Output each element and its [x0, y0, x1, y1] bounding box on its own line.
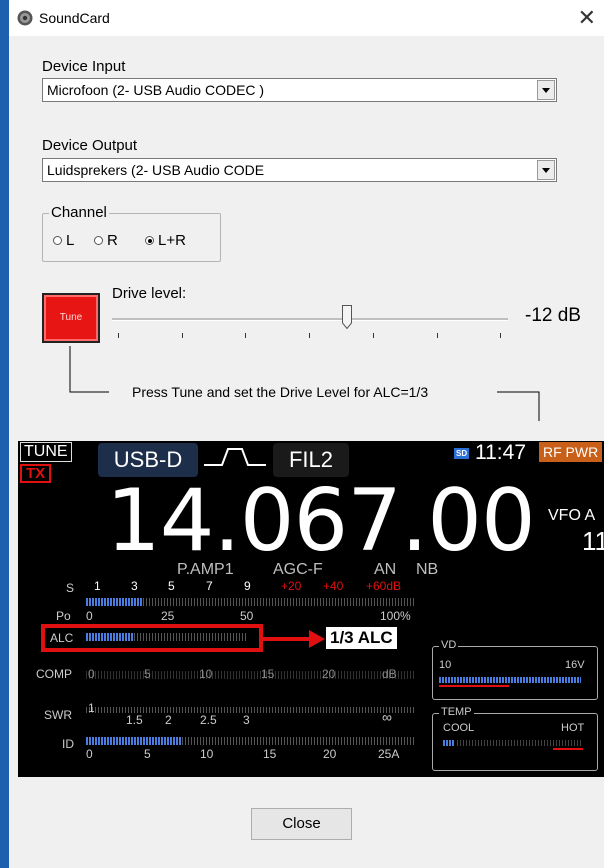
swr-scale-2: 2 [165, 713, 172, 727]
hint-connector-lines [69, 346, 540, 421]
po-scale-50: 50 [240, 609, 254, 623]
radio-screen-image: TUNE TX USB-D FIL2 SD 11:47 RF PWR 14.06… [18, 441, 604, 777]
frequency-display: 14.067.00 [106, 471, 536, 571]
temp-label: TEMP [439, 706, 474, 718]
swr-scale-1: 1 [88, 701, 95, 715]
id-scale-10: 10 [200, 747, 214, 761]
comp-scale-5: 5 [144, 667, 151, 681]
status-an: AN [374, 561, 397, 578]
po-scale-100: 100% [380, 609, 411, 623]
s-scale-5: 5 [168, 579, 175, 593]
meter-po-label: Po [56, 609, 71, 623]
s-scale-plus60: +60dB [366, 579, 402, 593]
id-scale-0: 0 [86, 747, 93, 761]
tune-tag: TUNE [20, 442, 72, 462]
clock-time: 11:47 [475, 441, 526, 464]
comp-scale-0: 0 [88, 667, 95, 681]
meter-id-label: ID [62, 737, 74, 751]
filter-shape-icon [204, 448, 266, 466]
id-scale-5: 5 [144, 747, 151, 761]
s-scale-9: 9 [244, 579, 251, 593]
id-scale-15: 15 [263, 747, 277, 761]
comp-scale-db: dB [382, 667, 397, 681]
meter-swr-label: SWR [44, 708, 72, 722]
comp-meter-bar [86, 671, 416, 679]
status-nb: NB [416, 561, 439, 578]
s-scale-7: 7 [206, 579, 213, 593]
vd-meter-fill [439, 677, 581, 683]
temp-red-marker [553, 748, 583, 750]
temp-meter-box: TEMP COOL HOT [432, 706, 598, 771]
comp-scale-20: 20 [322, 667, 336, 681]
comp-scale-15: 15 [261, 667, 275, 681]
callout-arrow-icon [263, 630, 325, 648]
status-pamp: P.AMP1 [177, 561, 234, 578]
id-meter-fill [86, 737, 182, 745]
swr-scale-infinity: ∞ [382, 709, 392, 725]
soundcard-window: SoundCard ✕ Device Input Microfoon (2- U… [9, 0, 604, 868]
vd-label: VD [439, 639, 459, 651]
s-meter-fill [86, 598, 142, 606]
temp-cool: COOL [443, 722, 475, 734]
vd-meter-box: VD 10 16V [432, 639, 598, 700]
s-scale-plus20: +20 [281, 579, 302, 593]
alc-meter-fill [86, 633, 133, 641]
swr-scale-2-5: 2.5 [200, 713, 217, 727]
sd-card-icon: SD [454, 448, 470, 459]
s-scale-plus40: +40 [323, 579, 344, 593]
close-button[interactable]: Close [251, 808, 352, 840]
meter-s-label: S [66, 581, 75, 595]
hint-text: Press Tune and set the Drive Level for A… [132, 384, 429, 400]
temp-meter-bar [457, 740, 583, 746]
status-agc: AGC-F [273, 561, 323, 578]
po-scale-25: 25 [161, 609, 175, 623]
vd-max: 16V [565, 659, 585, 671]
id-scale-20: 20 [323, 747, 337, 761]
temp-hot: HOT [561, 722, 585, 734]
vfo-label: VFO A [548, 507, 596, 524]
vfo-number: 11 [582, 526, 604, 556]
s-scale-3: 3 [131, 579, 138, 593]
comp-scale-10: 10 [199, 667, 213, 681]
rf-pwr-badge: RF PWR [539, 442, 603, 462]
swr-scale-3: 3 [243, 713, 250, 727]
vd-min: 10 [439, 659, 452, 671]
tx-tag: TX [20, 464, 52, 483]
id-scale-25a: 25A [378, 747, 400, 761]
alc-callout-label: 1/3 ALC [326, 627, 397, 649]
window-left-border [0, 0, 9, 868]
swr-scale-1-5: 1.5 [126, 713, 143, 727]
po-scale-0: 0 [86, 609, 93, 623]
s-scale-1: 1 [94, 579, 101, 593]
meter-comp-label: COMP [36, 667, 72, 681]
temp-meter-fill [443, 740, 455, 746]
vd-red-marker [439, 685, 509, 687]
